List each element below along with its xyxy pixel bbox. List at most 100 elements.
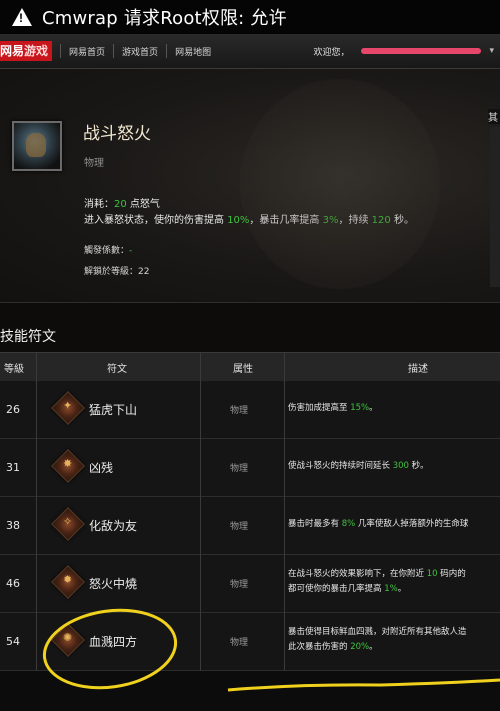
desc-value: 20% bbox=[350, 642, 370, 652]
desc-text: 秒。 bbox=[408, 461, 429, 471]
desc-value: 3% bbox=[322, 215, 339, 226]
desc-value: 10 bbox=[426, 569, 438, 579]
desc-text: ，暴击几率提高 bbox=[249, 215, 323, 226]
rune-attr: 物理 bbox=[230, 464, 249, 474]
rune-attr: 物理 bbox=[230, 638, 249, 648]
desc-value: 1% bbox=[384, 584, 398, 594]
column-divider bbox=[284, 352, 285, 671]
header-attr: 属性 bbox=[233, 364, 253, 375]
desc-line: 都可使你的暴击几率提高 1%。 bbox=[288, 582, 500, 597]
redacted-username[interactable] bbox=[361, 48, 482, 54]
header-rune: 符文 bbox=[107, 364, 127, 375]
rune-row[interactable]: 31 ✸ 凶残 物理 使战斗怒火的持续时间延长 300 秒。 bbox=[0, 439, 500, 497]
rune-row[interactable]: 38 ✧ 化敌为友 物理 暴击时最多有 8% 几率使敌人掉落额外的生命球 bbox=[0, 497, 500, 555]
desc-text: 暴击使得目标鲜血四溅，对附近所有其他敌人造 bbox=[288, 627, 467, 637]
unlock-value: 22 bbox=[138, 267, 150, 277]
rune-desc: 暴击时最多有 8% 几率使敌人掉落额外的生命球 bbox=[288, 517, 500, 532]
rune-glyph: ✧ bbox=[63, 515, 73, 528]
nav-link-netease-home[interactable]: 网易首页 bbox=[69, 45, 105, 58]
desc-value: 8% bbox=[341, 519, 356, 529]
chevron-down-icon[interactable]: ▾ bbox=[489, 46, 494, 56]
unlock-level: 解鎖於等級：22 bbox=[84, 264, 149, 277]
desc-text: 在战斗怒火的效果影响下，在你附近 bbox=[288, 569, 427, 579]
desc-text: ，持续 bbox=[338, 215, 372, 226]
rune-row[interactable]: 26 ✦ 猛虎下山 物理 伤害加成提高至 15%。 bbox=[0, 381, 500, 439]
desc-text: 码内的 bbox=[437, 569, 466, 579]
rune-desc: 伤害加成提高至 15%。 bbox=[288, 401, 500, 416]
rune-glyph: ✹ bbox=[63, 573, 73, 586]
header-desc: 描述 bbox=[408, 364, 428, 375]
warning-icon: ! bbox=[12, 8, 32, 26]
rune-attr: 物理 bbox=[230, 406, 249, 416]
nav-link-netease-map[interactable]: 网易地图 bbox=[175, 45, 211, 58]
desc-text: 秒。 bbox=[390, 215, 414, 226]
desc-text: 此次暴击伤害的 bbox=[288, 642, 351, 652]
desc-text: 进入暴怒状态，使你的伤害提高 bbox=[84, 215, 228, 226]
site-nav: 网易游戏 网易首页 游戏首页 网易地图 欢迎您， ▾ bbox=[0, 34, 500, 69]
header-level: 等級 bbox=[4, 364, 24, 375]
rune-name: 怒火中燒 bbox=[89, 577, 138, 591]
page-footer-area bbox=[0, 671, 500, 711]
rune-level: 38 bbox=[6, 519, 20, 532]
desc-line: 在战斗怒火的效果影响下，在你附近 10 码内的 bbox=[288, 567, 500, 582]
desc-value: 15% bbox=[350, 403, 370, 413]
coef-label: 觸發係數： bbox=[84, 246, 130, 256]
rune-level: 26 bbox=[6, 403, 20, 416]
desc-text: 暴击时最多有 bbox=[288, 519, 342, 529]
desc-text: 伤害加成提高至 bbox=[288, 403, 351, 413]
rune-name: 血溅四方 bbox=[89, 635, 138, 649]
status-message: Cmwrap 请求Root权限: 允许 bbox=[42, 8, 287, 29]
desc-line: 此次暴击伤害的 20%。 bbox=[288, 640, 500, 655]
skill-type: 物理 bbox=[84, 158, 104, 169]
rune-glyph: ✸ bbox=[63, 457, 73, 470]
rune-attr: 物理 bbox=[230, 522, 249, 532]
desc-text: 几率使敌人掉落额外的生命球 bbox=[355, 519, 469, 529]
rune-level: 54 bbox=[6, 635, 20, 648]
unlock-label: 解鎖於等級： bbox=[84, 267, 139, 277]
desc-line: 暴击使得目标鲜血四溅，对附近所有其他敌人造 bbox=[288, 625, 500, 640]
skill-portrait-icon bbox=[12, 121, 62, 171]
cost-label: 消耗： bbox=[84, 199, 114, 210]
coef-value: - bbox=[129, 246, 133, 256]
rune-glyph: ✦ bbox=[63, 399, 73, 412]
desc-text: 。 bbox=[397, 584, 407, 594]
site-logo[interactable]: 网易游戏 bbox=[0, 41, 53, 61]
warning-glyph: ! bbox=[19, 11, 23, 25]
cost-unit: 点怒气 bbox=[129, 199, 160, 210]
nav-link-game-home[interactable]: 游戏首页 bbox=[122, 45, 158, 58]
column-divider bbox=[36, 352, 37, 671]
nav-divider bbox=[166, 44, 168, 58]
skill-cost: 消耗：20 点怒气 bbox=[84, 195, 160, 210]
rune-name: 化敌为友 bbox=[89, 519, 138, 533]
rune-level: 46 bbox=[6, 577, 20, 590]
rune-attr: 物理 bbox=[230, 580, 249, 590]
desc-text: 。 bbox=[369, 642, 378, 652]
rune-name: 猛虎下山 bbox=[89, 403, 138, 417]
skill-hero: 战斗怒火 物理 消耗：20 点怒气 进入暴怒状态，使你的伤害提高 10%，暴击几… bbox=[0, 69, 500, 302]
rune-row[interactable]: 46 ✹ 怒火中燒 物理 在战斗怒火的效果影响下，在你附近 10 码内的 都可使… bbox=[0, 555, 500, 613]
rune-row[interactable]: 54 ✺ 血溅四方 物理 暴击使得目标鲜血四溅，对附近所有其他敌人造 此次暴击伤… bbox=[0, 613, 500, 671]
desc-value: 300 bbox=[392, 461, 409, 471]
nav-divider bbox=[60, 44, 62, 58]
desc-value: 10% bbox=[227, 215, 250, 226]
desc-text: 都可使你的暴击几率提高 bbox=[288, 584, 385, 594]
skill-title: 战斗怒火 bbox=[83, 124, 151, 144]
welcome-text: 欢迎您， bbox=[313, 47, 350, 58]
rune-name: 凶残 bbox=[89, 461, 114, 475]
skill-description: 进入暴怒状态，使你的伤害提高 10%，暴击几率提高 3%，持续 120 秒。 bbox=[84, 211, 414, 226]
section-divider bbox=[0, 302, 500, 303]
desc-value: 120 bbox=[371, 215, 391, 226]
column-divider bbox=[200, 352, 201, 671]
side-panel-label[interactable]: 其 bbox=[488, 109, 500, 124]
runes-section-title: 技能符文 bbox=[0, 329, 56, 345]
nav-divider bbox=[113, 44, 115, 58]
cost-value: 20 bbox=[114, 199, 127, 210]
side-panel-edge bbox=[490, 127, 500, 287]
desc-text: 使战斗怒火的持续时间延长 bbox=[288, 461, 393, 471]
proc-coefficient: 觸發係數：- bbox=[84, 243, 132, 256]
rune-table-header: 等級 符文 属性 描述 bbox=[0, 352, 500, 382]
rune-desc: 在战斗怒火的效果影响下，在你附近 10 码内的 都可使你的暴击几率提高 1%。 bbox=[288, 567, 500, 597]
rune-desc: 暴击使得目标鲜血四溅，对附近所有其他敌人造 此次暴击伤害的 20%。 bbox=[288, 625, 500, 655]
rune-desc: 使战斗怒火的持续时间延长 300 秒。 bbox=[288, 459, 500, 474]
logo-text-2: 游戏 bbox=[24, 44, 49, 58]
